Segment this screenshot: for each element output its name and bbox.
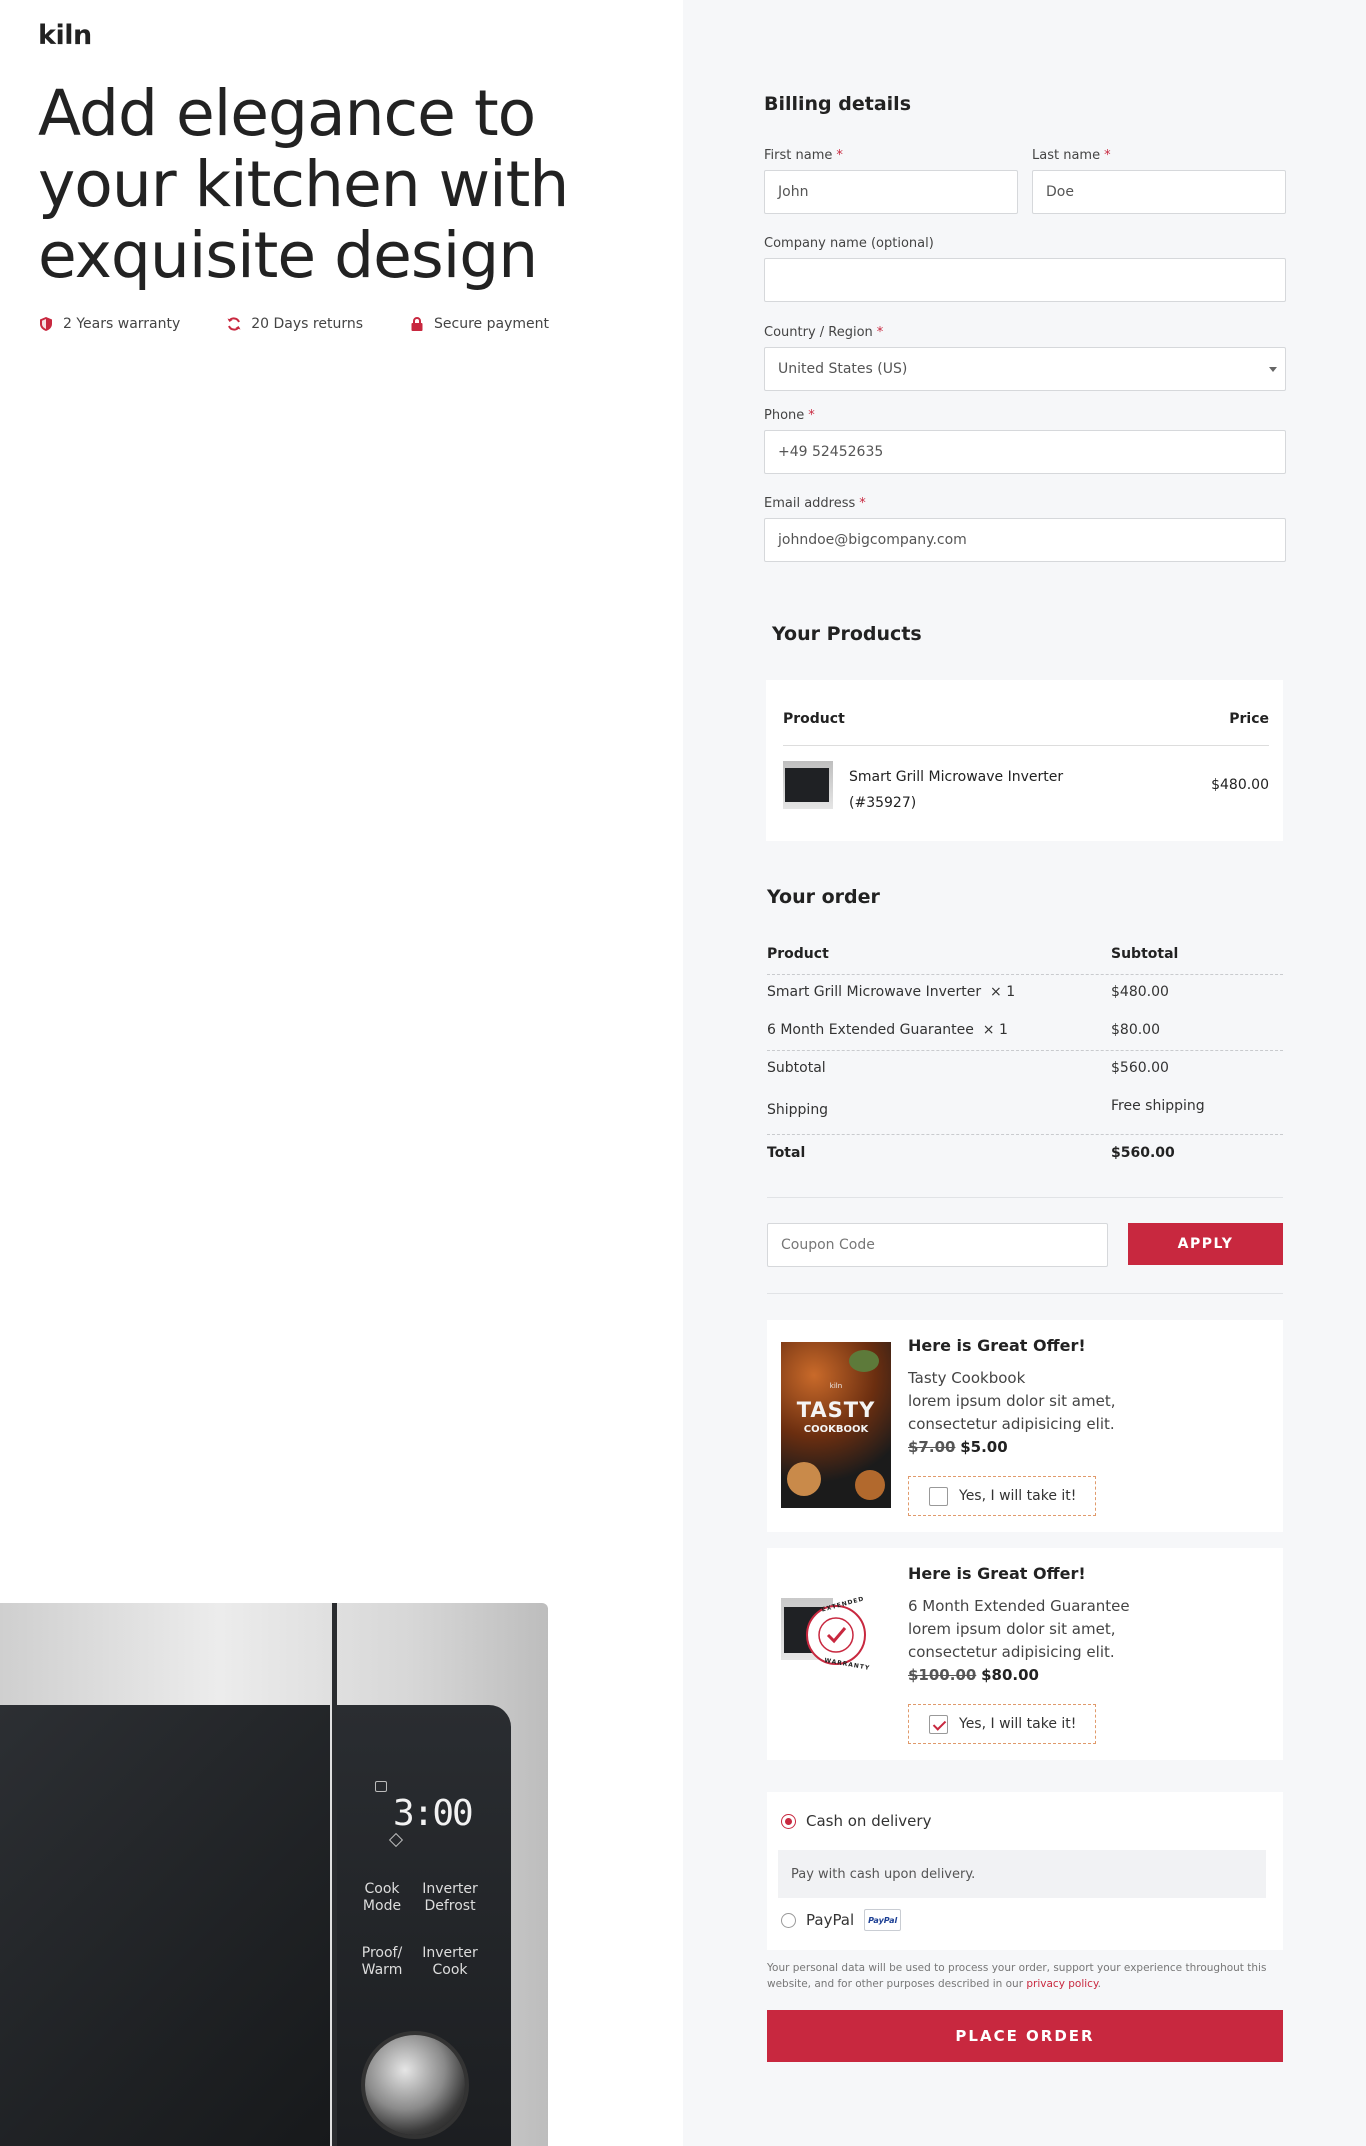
shield-icon <box>40 317 52 331</box>
offer-description: 6 Month Extended Guarantee lorem ipsum d… <box>908 1597 1130 1684</box>
offer-description: Tasty Cookbook lorem ipsum dolor sit ame… <box>908 1369 1116 1456</box>
microwave-button-label: Inverter Cook <box>422 1945 478 1978</box>
first-name-label: First name * <box>764 148 843 163</box>
microwave-control-panel: 3:00 Cook Mode Inverter Defrost Proof/ W… <box>337 1705 511 2146</box>
email-label: Email address * <box>764 496 866 511</box>
offer-title: Here is Great Offer! <box>908 1336 1086 1355</box>
privacy-policy-link[interactable]: privacy policy <box>1026 1978 1097 1990</box>
feature-label: Secure payment <box>434 316 549 332</box>
radio[interactable] <box>781 1912 796 1928</box>
product-name[interactable]: Smart Grill Microwave Inverter (#35927) <box>849 764 1063 816</box>
offer-card: kiln TASTY COOKBOOK Here is Great Offer!… <box>767 1320 1283 1532</box>
product-thumbnail <box>783 761 833 809</box>
company-label: Company name (optional) <box>764 236 934 251</box>
order-line: 6 Month Extended Guarantee × 1 $80.00 <box>767 1022 1160 1038</box>
col-price: Price <box>1229 711 1269 727</box>
company-field[interactable] <box>764 258 1286 302</box>
offer-title: Here is Great Offer! <box>908 1564 1086 1583</box>
order-line: Smart Grill Microwave Inverter × 1 $480.… <box>767 984 1169 1000</box>
logo[interactable]: kiln <box>38 20 92 51</box>
microwave-knob <box>365 2035 465 2135</box>
coupon-input[interactable]: Coupon Code <box>767 1223 1108 1267</box>
product-price: $480.00 <box>1211 777 1269 793</box>
feature-warranty: 2 Years warranty <box>38 316 180 332</box>
refresh-icon <box>227 317 241 331</box>
microwave-image: 3:00 Cook Mode Inverter Defrost Proof/ W… <box>0 1603 548 2146</box>
chevron-down-icon <box>1269 367 1277 372</box>
products-card: Product Price Smart Grill Microwave Inve… <box>766 680 1283 841</box>
first-name-field[interactable]: John <box>764 170 1018 214</box>
hero-panel: kiln Add elegance to your kitchen with e… <box>0 0 683 2146</box>
country-select[interactable]: United States (US) <box>764 347 1286 391</box>
cookbook-image: kiln TASTY COOKBOOK <box>781 1342 891 1508</box>
place-order-button[interactable]: PLACE ORDER <box>767 2010 1283 2062</box>
payment-paypal[interactable]: PayPal PayPal <box>781 1909 902 1931</box>
microwave-door <box>0 1705 330 2146</box>
offer-accept-checkbox[interactable]: Yes, I will take it! <box>908 1704 1096 1744</box>
phone-field[interactable]: +49 52452635 <box>764 430 1286 474</box>
offer-accept-checkbox[interactable]: Yes, I will take it! <box>908 1476 1096 1516</box>
feature-returns: 20 Days returns <box>226 316 363 332</box>
paypal-icon: PayPal <box>864 1909 902 1931</box>
diamond-icon <box>388 1832 404 1848</box>
feature-list: 2 Years warranty 20 Days returns Secure … <box>38 316 549 332</box>
checkbox[interactable] <box>929 1486 948 1506</box>
col-product: Product <box>783 711 845 727</box>
microwave-button-label: Proof/ Warm <box>361 1945 403 1978</box>
order-total: Total $560.00 <box>767 1145 1175 1161</box>
order-title: Your order <box>767 886 880 908</box>
microwave-button-label: Inverter Defrost <box>422 1881 478 1914</box>
lock-icon <box>411 317 423 331</box>
payment-cod-description: Pay with cash upon delivery. <box>778 1850 1266 1898</box>
order-header: Product Subtotal <box>767 946 1179 962</box>
email-field[interactable]: johndoe@bigcompany.com <box>764 518 1286 562</box>
radio-selected[interactable] <box>781 1813 796 1829</box>
hero-title: Add elegance to your kitchen with exquis… <box>38 77 569 292</box>
country-label: Country / Region * <box>764 325 884 340</box>
last-name-field[interactable]: Doe <box>1032 170 1286 214</box>
order-subtotal: Subtotal $560.00 <box>767 1060 1169 1076</box>
apply-coupon-button[interactable]: APPLY <box>1128 1223 1283 1265</box>
microwave-display: 3:00 <box>393 1793 474 1834</box>
microwave-button-label: Cook Mode <box>362 1881 402 1914</box>
feature-label: 2 Years warranty <box>63 316 181 332</box>
checkout-panel: Billing details First name * John Last na… <box>683 0 1366 2146</box>
country-value: United States (US) <box>778 361 908 377</box>
payment-cod[interactable]: Cash on delivery <box>781 1812 931 1830</box>
feature-label: 20 Days returns <box>251 316 364 332</box>
privacy-notice: Your personal data will be used to proce… <box>767 1962 1267 1990</box>
products-title: Your Products <box>772 623 922 645</box>
checkbox-checked[interactable] <box>929 1714 948 1734</box>
clock-icon <box>375 1781 387 1792</box>
phone-label: Phone * <box>764 408 815 423</box>
last-name-label: Last name * <box>1032 148 1111 163</box>
billing-title: Billing details <box>764 93 911 115</box>
offer-card: EXTENDED WARRANTY Here is Great Offer! 6… <box>767 1548 1283 1760</box>
feature-secure: Secure payment <box>409 316 549 332</box>
order-shipping: Shipping Free shipping <box>767 1098 1205 1118</box>
extended-warranty-badge-icon <box>806 1605 866 1665</box>
